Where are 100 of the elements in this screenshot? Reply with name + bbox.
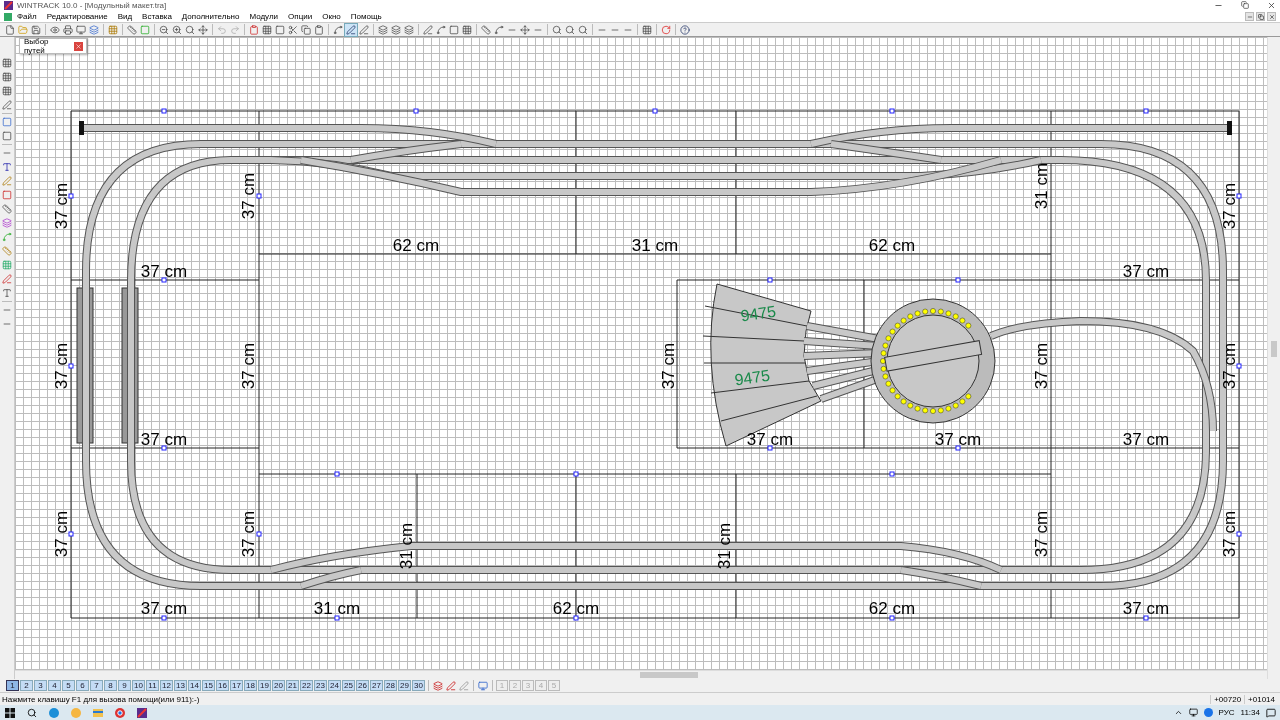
layer-tab[interactable]: 4 xyxy=(48,680,61,691)
toolbar-button[interactable] xyxy=(679,23,691,36)
toolbar-button[interactable] xyxy=(171,23,183,36)
toolbar-button[interactable] xyxy=(377,23,389,36)
taskbar-app[interactable] xyxy=(114,706,126,719)
toolbar-button[interactable] xyxy=(477,679,489,692)
toolbar-button[interactable] xyxy=(1,161,13,173)
start-button[interactable] xyxy=(4,706,16,719)
toolbar-button[interactable] xyxy=(1,130,13,142)
taskbar-app[interactable] xyxy=(136,706,148,719)
close-icon[interactable] xyxy=(1267,1,1276,10)
toolbar-button[interactable] xyxy=(358,23,370,36)
toolbar-button[interactable] xyxy=(248,23,260,36)
notification-icon[interactable] xyxy=(1266,707,1276,718)
monitor-icon[interactable] xyxy=(1188,708,1198,717)
toolbar-button[interactable] xyxy=(480,23,492,36)
layer-tab[interactable]: 30 xyxy=(412,680,425,691)
toolbar-button[interactable] xyxy=(422,23,434,36)
drawing-canvas[interactable]: 37 cm 37 cm 31 cm 37 cm 62 cm 31 cm 62 cm 37 cm 37 cm 37 cm 37 cm 37 cm 37 cm 37 cm 37 cm 37 cm 37 cm 37 cm 37 cm 37 cm 31 cm 31 cm 37 cm 37 cm 37 cm 31 cm 62 cm 62 cm 37 cm 9475 9475 Выбор путей xyxy=(15,37,1267,670)
menu-item[interactable]: Редактирование xyxy=(41,12,113,21)
layer-tab[interactable]: 26 xyxy=(356,680,369,691)
toolbar-button[interactable] xyxy=(30,23,42,36)
toolbar-button[interactable] xyxy=(88,23,100,36)
toolbar-button[interactable] xyxy=(4,23,16,36)
toolbar-button[interactable] xyxy=(1,273,13,285)
toolbar-button[interactable] xyxy=(551,23,563,36)
toolbar-button[interactable] xyxy=(1,99,13,111)
chevron-up-icon[interactable] xyxy=(1173,708,1183,717)
layer-tab[interactable]: 9 xyxy=(118,680,131,691)
toolbar-button[interactable] xyxy=(1,203,13,215)
toolbar-button[interactable] xyxy=(75,23,87,36)
menu-item[interactable]: Опции xyxy=(283,12,318,21)
restore-button[interactable] xyxy=(1256,12,1265,21)
horizontal-scrollbar[interactable] xyxy=(15,670,1267,679)
menu-item[interactable]: Помощь xyxy=(345,12,387,21)
layer-tab[interactable]: 3 xyxy=(34,680,47,691)
layer-tab[interactable]: 24 xyxy=(328,680,341,691)
layer-tab[interactable]: 2 xyxy=(20,680,33,691)
toolbar-button[interactable] xyxy=(261,23,273,36)
layer-tab[interactable]: 13 xyxy=(174,680,187,691)
menu-item[interactable]: Дополнительно xyxy=(176,12,245,21)
layer-tab[interactable]: 20 xyxy=(272,680,285,691)
toolbar-button[interactable] xyxy=(641,23,653,36)
taskbar-app[interactable] xyxy=(92,706,104,719)
layer-tab[interactable]: 15 xyxy=(202,680,215,691)
toolbar-button[interactable] xyxy=(519,23,531,36)
toolbar-button[interactable] xyxy=(445,679,457,692)
toolbar-button[interactable] xyxy=(313,23,325,36)
toolbar-button[interactable] xyxy=(184,23,196,36)
toolbar-button[interactable] xyxy=(660,23,672,36)
toolbar-button[interactable] xyxy=(1,116,13,128)
toolbar-button[interactable] xyxy=(448,23,460,36)
toolbar-button[interactable] xyxy=(403,23,415,36)
close-button[interactable] xyxy=(1267,12,1276,21)
toolbar-button[interactable] xyxy=(1,57,13,69)
scroll-thumb[interactable] xyxy=(640,672,698,678)
toolbar-button[interactable] xyxy=(493,23,505,36)
toolbar-button[interactable] xyxy=(62,23,74,36)
toolbar-button[interactable] xyxy=(1,71,13,83)
layer-tab[interactable]: 10 xyxy=(132,680,145,691)
layer-tab[interactable]: 8 xyxy=(104,680,117,691)
layer-tab[interactable]: 1 xyxy=(6,680,19,691)
layer-tab[interactable]: 21 xyxy=(286,680,299,691)
toolbar-button[interactable] xyxy=(332,23,344,36)
toolbar-button[interactable] xyxy=(107,23,119,36)
globe-icon[interactable] xyxy=(1203,708,1213,717)
toolbar-button[interactable] xyxy=(1,217,13,229)
layer-tab[interactable]: 6 xyxy=(76,680,89,691)
toolbar-button[interactable] xyxy=(390,23,402,36)
toolbar-button[interactable] xyxy=(126,23,138,36)
menu-item[interactable]: Окно xyxy=(317,12,346,21)
toolbar-button[interactable] xyxy=(1,287,13,299)
layer-tab[interactable]: 25 xyxy=(342,680,355,691)
toolbar-button[interactable] xyxy=(300,23,312,36)
restore-icon[interactable] xyxy=(1241,1,1249,9)
search-button[interactable] xyxy=(26,706,38,719)
layer-tab[interactable]: 27 xyxy=(370,680,383,691)
menu-item[interactable]: Вставка xyxy=(137,12,177,21)
layer-tab[interactable]: 12 xyxy=(160,680,173,691)
layer-tab[interactable]: 23 xyxy=(314,680,327,691)
toolbar-button[interactable] xyxy=(435,23,447,36)
layer-tab[interactable]: 17 xyxy=(230,680,243,691)
layer-tab[interactable]: 19 xyxy=(258,680,271,691)
toolbar-button[interactable] xyxy=(1,85,13,97)
layer-tab[interactable]: 18 xyxy=(244,680,257,691)
layer-tab[interactable]: 22 xyxy=(300,680,313,691)
layer-tab[interactable]: 5 xyxy=(62,680,75,691)
toolbar-button[interactable] xyxy=(577,23,589,36)
toolbar-button[interactable] xyxy=(1,189,13,201)
toolbar-button[interactable] xyxy=(432,679,444,692)
toolbar-button[interactable] xyxy=(287,23,299,36)
layer-tab[interactable]: 29 xyxy=(398,680,411,691)
toolbar-button[interactable] xyxy=(274,23,286,36)
vertical-scrollbar[interactable] xyxy=(1267,37,1280,679)
layer-tab[interactable]: 16 xyxy=(216,680,229,691)
menu-item[interactable]: Вид xyxy=(112,12,138,21)
scroll-thumb[interactable] xyxy=(1271,341,1277,357)
toolbar-button[interactable] xyxy=(49,23,61,36)
layer-tab[interactable]: 7 xyxy=(90,680,103,691)
menu-item[interactable]: Файл xyxy=(12,12,42,21)
